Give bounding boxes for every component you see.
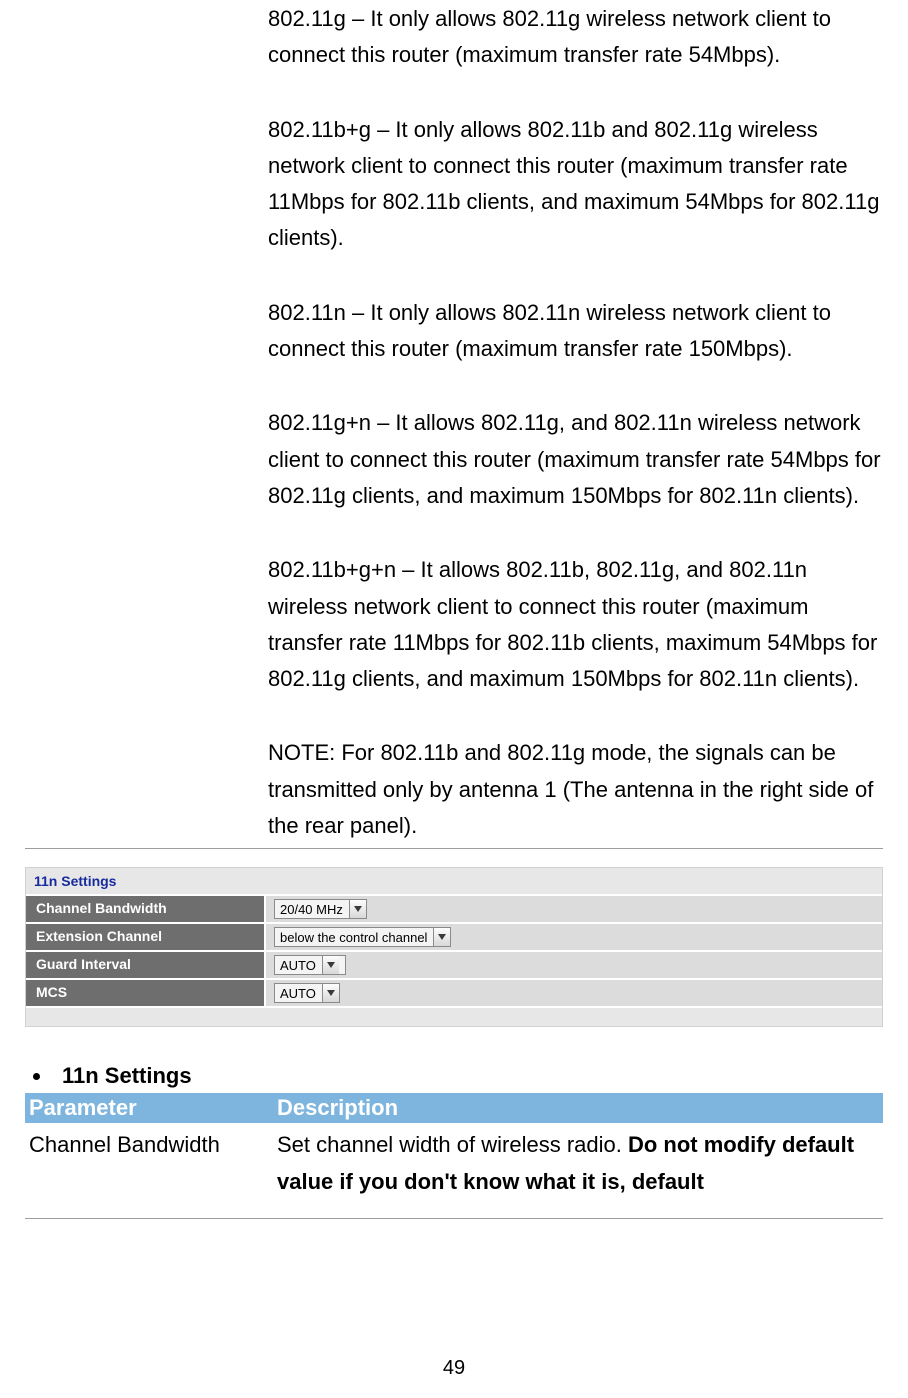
bottom-rule	[25, 1218, 883, 1219]
row-mcs: MCS AUTO	[26, 978, 882, 1006]
param-description-table: Parameter Description Channel Bandwidth …	[25, 1093, 883, 1204]
desc-channel-bandwidth: Set channel width of wireless radio. Do …	[273, 1123, 883, 1204]
select-guard-interval-value: AUTO	[280, 958, 322, 973]
bullet-11n-settings: 11n Settings	[25, 1063, 883, 1089]
label-guard-interval: Guard Interval	[26, 952, 266, 978]
header-parameter: Parameter	[25, 1093, 273, 1123]
chevron-down-icon	[349, 900, 366, 918]
select-mcs[interactable]: AUTO	[274, 983, 340, 1003]
param-channel-bandwidth: Channel Bandwidth	[25, 1123, 273, 1204]
header-description: Description	[273, 1093, 883, 1123]
row-channel-bandwidth: Channel Bandwidth 20/40 MHz	[26, 894, 882, 922]
def-80211n: 802.11n – It only allows 802.11n wireles…	[267, 294, 883, 372]
select-extension-channel[interactable]: below the control channel	[274, 927, 451, 947]
row-extension-channel: Extension Channel below the control chan…	[26, 922, 882, 950]
chevron-down-icon	[322, 984, 339, 1002]
def-80211gn: 802.11g+n – It allows 802.11g, and 802.1…	[267, 404, 883, 518]
label-channel-bandwidth: Channel Bandwidth	[26, 896, 266, 922]
def-note: NOTE: For 802.11b and 802.11g mode, the …	[267, 734, 883, 848]
def-80211bg: 802.11b+g – It only allows 802.11b and 8…	[267, 111, 883, 261]
mode-definitions-table: 802.11g – It only allows 802.11g wireles…	[25, 0, 883, 849]
def-80211bgn: 802.11b+g+n – It allows 802.11b, 802.11g…	[267, 551, 883, 701]
label-mcs: MCS	[26, 980, 266, 1006]
select-channel-bandwidth[interactable]: 20/40 MHz	[274, 899, 367, 919]
def-80211g: 802.11g – It only allows 802.11g wireles…	[267, 0, 883, 78]
page-number: 49	[0, 1357, 908, 1380]
chevron-down-icon	[433, 928, 450, 946]
label-extension-channel: Extension Channel	[26, 924, 266, 950]
select-channel-bandwidth-value: 20/40 MHz	[280, 902, 349, 917]
settings-panel-11n: 11n Settings Channel Bandwidth 20/40 MHz…	[25, 867, 883, 1027]
bullet-heading-text: 11n Settings	[62, 1063, 192, 1089]
bullet-dot-icon	[33, 1073, 40, 1080]
chevron-down-icon	[322, 956, 339, 974]
select-guard-interval[interactable]: AUTO	[274, 955, 346, 975]
settings-panel-title: 11n Settings	[34, 873, 116, 889]
select-extension-channel-value: below the control channel	[280, 930, 433, 945]
desc-channel-bandwidth-pre: Set channel width of wireless radio.	[277, 1132, 628, 1157]
select-mcs-value: AUTO	[280, 986, 322, 1001]
row-guard-interval: Guard Interval AUTO	[26, 950, 882, 978]
